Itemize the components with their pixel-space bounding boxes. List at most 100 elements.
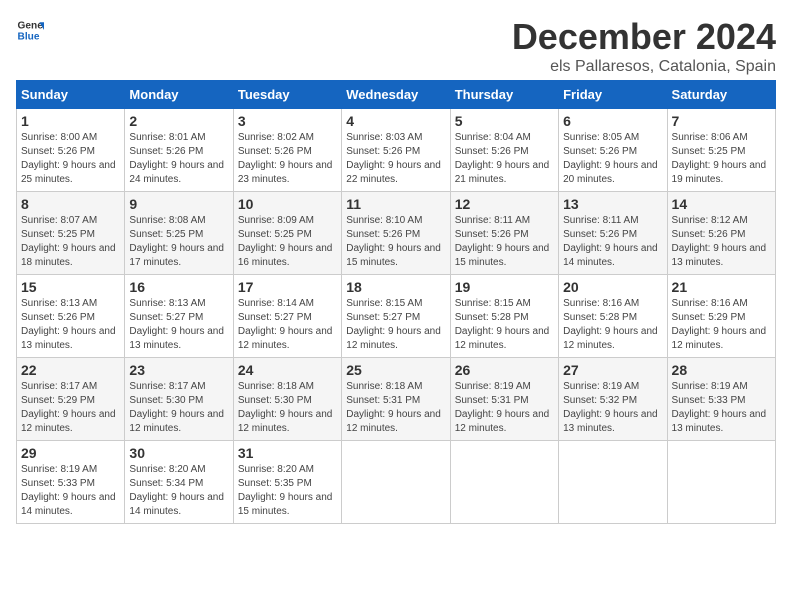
day-info: Sunrise: 8:03 AMSunset: 5:26 PMDaylight:… [346, 131, 445, 187]
day-number: 19 [455, 279, 554, 295]
day-info: Sunrise: 8:19 AMSunset: 5:32 PMDaylight:… [563, 380, 662, 436]
calendar-cell [450, 441, 558, 524]
calendar-cell: 3 Sunrise: 8:02 AMSunset: 5:26 PMDaylight… [233, 109, 341, 192]
day-number: 20 [563, 279, 662, 295]
calendar-cell: 18Sunrise: 8:15 AMSunset: 5:27 PMDayligh… [342, 275, 450, 358]
day-info: Sunrise: 8:17 AMSunset: 5:30 PMDaylight:… [129, 380, 228, 436]
col-header-tuesday: Tuesday [233, 81, 341, 109]
day-info: Sunrise: 8:00 AMSunset: 5:26 PMDaylight:… [21, 131, 120, 187]
day-number: 27 [563, 362, 662, 378]
day-info: Sunrise: 8:10 AMSunset: 5:26 PMDaylight:… [346, 214, 445, 270]
logo-icon: General Blue [16, 16, 44, 44]
day-number: 29 [21, 445, 120, 461]
calendar-cell: 5Sunrise: 8:04 AMSunset: 5:26 PMDaylight… [450, 109, 558, 192]
logo: General Blue [16, 16, 44, 44]
calendar-cell: 4 Sunrise: 8:03 AMSunset: 5:26 PMDaylight… [342, 109, 450, 192]
col-header-friday: Friday [559, 81, 667, 109]
day-info: Sunrise: 8:16 AMSunset: 5:29 PMDaylight:… [672, 297, 771, 353]
header: General Blue December 2024 els Pallareso… [16, 16, 776, 76]
col-header-wednesday: Wednesday [342, 81, 450, 109]
day-number: 31 [238, 445, 337, 461]
calendar-cell: 6 Sunrise: 8:05 AMSunset: 5:26 PMDaylight… [559, 109, 667, 192]
day-number: 12 [455, 196, 554, 212]
calendar-cell: 8 Sunrise: 8:07 AMSunset: 5:25 PMDaylight… [17, 192, 125, 275]
calendar-cell: 2 Sunrise: 8:01 AMSunset: 5:26 PMDaylight… [125, 109, 233, 192]
svg-text:General: General [18, 20, 44, 31]
calendar-cell: 12Sunrise: 8:11 AMSunset: 5:26 PMDayligh… [450, 192, 558, 275]
calendar-cell: 17 Sunrise: 8:14 AMSunset: 5:27 PMDayligh… [233, 275, 341, 358]
day-info: Sunrise: 8:14 AMSunset: 5:27 PMDaylight:… [238, 297, 337, 353]
day-info: Sunrise: 8:20 AMSunset: 5:35 PMDaylight:… [238, 463, 337, 519]
svg-text:Blue: Blue [18, 31, 40, 42]
calendar-cell: 25 Sunrise: 8:18 AMSunset: 5:31 PMDayligh… [342, 358, 450, 441]
day-number: 21 [672, 279, 771, 295]
calendar-cell: 24 Sunrise: 8:18 AMSunset: 5:30 PMDayligh… [233, 358, 341, 441]
day-info: Sunrise: 8:12 AMSunset: 5:26 PMDaylight:… [672, 214, 771, 270]
col-header-thursday: Thursday [450, 81, 558, 109]
calendar-table: SundayMondayTuesdayWednesdayThursdayFrid… [16, 80, 776, 524]
title-area: December 2024 els Pallaresos, Catalonia,… [512, 16, 776, 76]
day-number: 9 [129, 196, 228, 212]
day-info: Sunrise: 8:16 AMSunset: 5:28 PMDaylight:… [563, 297, 662, 353]
day-info: Sunrise: 8:01 AMSunset: 5:26 PMDaylight:… [129, 131, 228, 187]
day-info: Sunrise: 8:18 AMSunset: 5:31 PMDaylight:… [346, 380, 445, 436]
day-number: 13 [563, 196, 662, 212]
calendar-cell: 28Sunrise: 8:19 AMSunset: 5:33 PMDayligh… [667, 358, 775, 441]
calendar-cell: 22 Sunrise: 8:17 AMSunset: 5:29 PMDayligh… [17, 358, 125, 441]
calendar-cell: 26 Sunrise: 8:19 AMSunset: 5:31 PMDayligh… [450, 358, 558, 441]
calendar-cell: 30Sunrise: 8:20 AMSunset: 5:34 PMDayligh… [125, 441, 233, 524]
day-info: Sunrise: 8:17 AMSunset: 5:29 PMDaylight:… [21, 380, 120, 436]
calendar-cell: 13 Sunrise: 8:11 AMSunset: 5:26 PMDayligh… [559, 192, 667, 275]
day-info: Sunrise: 8:05 AMSunset: 5:26 PMDaylight:… [563, 131, 662, 187]
col-header-sunday: Sunday [17, 81, 125, 109]
calendar-cell: 19 Sunrise: 8:15 AMSunset: 5:28 PMDayligh… [450, 275, 558, 358]
day-info: Sunrise: 8:13 AMSunset: 5:26 PMDaylight:… [21, 297, 120, 353]
day-number: 2 [129, 113, 228, 129]
day-info: Sunrise: 8:13 AMSunset: 5:27 PMDaylight:… [129, 297, 228, 353]
col-header-monday: Monday [125, 81, 233, 109]
day-info: Sunrise: 8:09 AMSunset: 5:25 PMDaylight:… [238, 214, 337, 270]
day-number: 18 [346, 279, 445, 295]
day-number: 16 [129, 279, 228, 295]
day-info: Sunrise: 8:07 AMSunset: 5:25 PMDaylight:… [21, 214, 120, 270]
calendar-cell [342, 441, 450, 524]
day-number: 22 [21, 362, 120, 378]
calendar-cell [667, 441, 775, 524]
location-title: els Pallaresos, Catalonia, Spain [512, 58, 776, 76]
calendar-cell: 10 Sunrise: 8:09 AMSunset: 5:25 PMDayligh… [233, 192, 341, 275]
day-number: 14 [672, 196, 771, 212]
day-number: 10 [238, 196, 337, 212]
calendar-header: SundayMondayTuesdayWednesdayThursdayFrid… [17, 81, 776, 109]
day-info: Sunrise: 8:15 AMSunset: 5:28 PMDaylight:… [455, 297, 554, 353]
calendar-cell: 31 Sunrise: 8:20 AMSunset: 5:35 PMDayligh… [233, 441, 341, 524]
day-info: Sunrise: 8:11 AMSunset: 5:26 PMDaylight:… [563, 214, 662, 270]
day-number: 8 [21, 196, 120, 212]
day-number: 3 [238, 113, 337, 129]
day-info: Sunrise: 8:08 AMSunset: 5:25 PMDaylight:… [129, 214, 228, 270]
day-number: 24 [238, 362, 337, 378]
calendar-cell: 15 Sunrise: 8:13 AMSunset: 5:26 PMDayligh… [17, 275, 125, 358]
day-number: 11 [346, 196, 445, 212]
day-number: 1 [21, 113, 120, 129]
day-number: 7 [672, 113, 771, 129]
day-number: 15 [21, 279, 120, 295]
calendar-cell: 7Sunrise: 8:06 AMSunset: 5:25 PMDaylight… [667, 109, 775, 192]
day-info: Sunrise: 8:19 AMSunset: 5:33 PMDaylight:… [21, 463, 120, 519]
day-number: 25 [346, 362, 445, 378]
day-number: 26 [455, 362, 554, 378]
calendar-cell: 23Sunrise: 8:17 AMSunset: 5:30 PMDayligh… [125, 358, 233, 441]
day-info: Sunrise: 8:18 AMSunset: 5:30 PMDaylight:… [238, 380, 337, 436]
calendar-cell: 14 Sunrise: 8:12 AMSunset: 5:26 PMDayligh… [667, 192, 775, 275]
day-info: Sunrise: 8:02 AMSunset: 5:26 PMDaylight:… [238, 131, 337, 187]
day-number: 6 [563, 113, 662, 129]
day-info: Sunrise: 8:19 AMSunset: 5:31 PMDaylight:… [455, 380, 554, 436]
calendar-cell: 1 Sunrise: 8:00 AMSunset: 5:26 PMDaylight… [17, 109, 125, 192]
calendar-cell: 20 Sunrise: 8:16 AMSunset: 5:28 PMDayligh… [559, 275, 667, 358]
col-header-saturday: Saturday [667, 81, 775, 109]
day-number: 28 [672, 362, 771, 378]
day-number: 4 [346, 113, 445, 129]
day-number: 17 [238, 279, 337, 295]
day-info: Sunrise: 8:20 AMSunset: 5:34 PMDaylight:… [129, 463, 228, 519]
calendar-cell: 21 Sunrise: 8:16 AMSunset: 5:29 PMDayligh… [667, 275, 775, 358]
calendar-cell [559, 441, 667, 524]
